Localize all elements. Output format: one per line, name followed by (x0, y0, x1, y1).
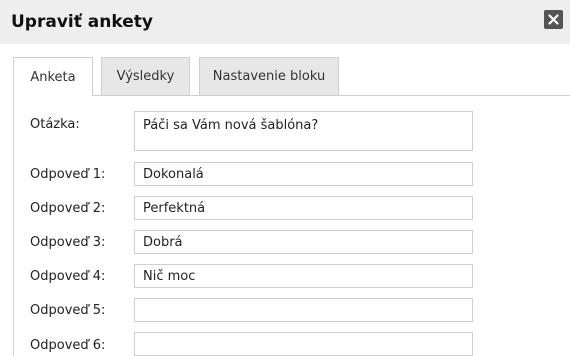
answer-2-label: Odpoveď 2: (30, 201, 106, 216)
close-icon (548, 14, 559, 25)
close-button[interactable] (544, 10, 563, 29)
answer-6-label: Odpoveď 6: (30, 338, 106, 353)
tab-vysledky[interactable]: Výsledky (101, 57, 190, 95)
answer-6-field[interactable] (134, 332, 473, 356)
question-label: Otázka: (30, 117, 80, 132)
answer-5-label: Odpoveď 5: (30, 303, 106, 318)
tab-label: Anketa (30, 69, 76, 85)
answer-1-label: Odpoveď 1: (30, 167, 106, 182)
tab-anketa[interactable]: Anketa (13, 57, 93, 96)
dialog-title: Upraviť ankety (11, 12, 153, 32)
answer-2-field[interactable] (134, 196, 473, 220)
answer-4-label: Odpoveď 4: (30, 269, 106, 284)
answer-3-label: Odpoveď 3: (30, 235, 106, 250)
answer-4-field[interactable] (134, 264, 473, 288)
tab-label: Nastavenie bloku (212, 69, 326, 84)
tab-nastavenie-bloku[interactable]: Nastavenie bloku (199, 57, 339, 95)
dialog-titlebar: Upraviť ankety (0, 0, 570, 44)
answer-1-field[interactable] (134, 162, 473, 186)
answer-3-field[interactable] (134, 230, 473, 254)
tab-label: Výsledky (116, 69, 175, 84)
answer-5-field[interactable] (134, 298, 473, 322)
question-field[interactable]: Páči sa Vám nová šablóna? (134, 111, 473, 151)
